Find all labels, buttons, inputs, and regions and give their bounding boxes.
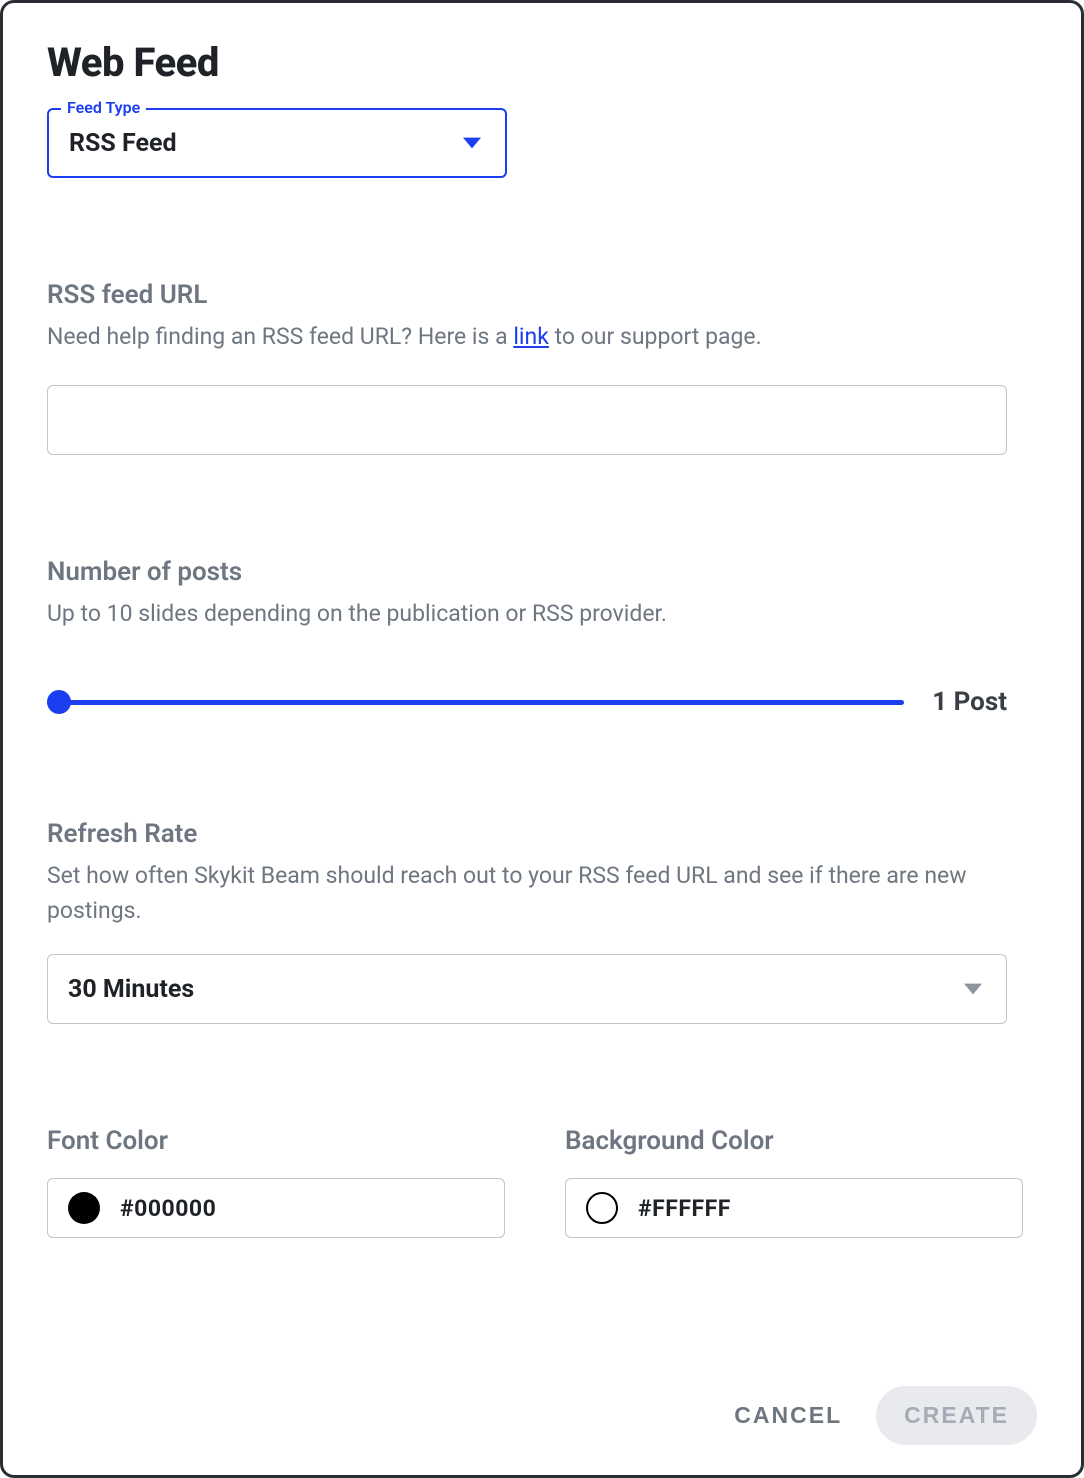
posts-slider[interactable] xyxy=(47,690,904,714)
feed-type-value: RSS Feed xyxy=(69,129,177,158)
background-color-col: Background Color #FFFFFF xyxy=(565,1126,1037,1238)
page-title: Web Feed xyxy=(47,39,1037,86)
slider-thumb[interactable] xyxy=(47,690,71,714)
rss-url-input[interactable] xyxy=(47,385,1007,455)
refresh-rate-select[interactable]: 30 Minutes xyxy=(47,954,1007,1024)
web-feed-dialog: Web Feed Feed Type RSS Feed RSS feed URL… xyxy=(0,0,1084,1478)
font-color-field[interactable]: #000000 xyxy=(47,1178,505,1238)
background-color-field[interactable]: #FFFFFF xyxy=(565,1178,1023,1238)
url-help-text: Need help finding an RSS feed URL? Here … xyxy=(47,320,1037,355)
refresh-rate-value: 30 Minutes xyxy=(68,975,194,1004)
cancel-button[interactable]: CANCEL xyxy=(724,1388,852,1443)
background-color-value: #FFFFFF xyxy=(638,1195,731,1222)
url-section: RSS feed URL Need help finding an RSS fe… xyxy=(47,280,1037,455)
refresh-label: Refresh Rate xyxy=(47,819,1037,849)
slider-track xyxy=(47,700,904,705)
chevron-down-icon xyxy=(964,983,982,995)
feed-type-select[interactable]: RSS Feed xyxy=(47,108,507,178)
posts-label: Number of posts xyxy=(47,557,1037,587)
support-link[interactable]: link xyxy=(513,323,549,350)
refresh-section: Refresh Rate Set how often Skykit Beam s… xyxy=(47,819,1037,1024)
font-color-swatch xyxy=(68,1192,100,1224)
posts-section: Number of posts Up to 10 slides dependin… xyxy=(47,557,1037,718)
feed-type-legend: Feed Type xyxy=(61,98,146,117)
colors-row: Font Color #000000 Background Color #FFF… xyxy=(47,1126,1037,1238)
font-color-col: Font Color #000000 xyxy=(47,1126,519,1238)
font-color-label: Font Color xyxy=(47,1126,519,1156)
create-button[interactable]: CREATE xyxy=(876,1386,1037,1445)
url-help-prefix: Need help finding an RSS feed URL? Here … xyxy=(47,323,513,350)
posts-slider-row: 1 Post xyxy=(47,687,1007,717)
background-color-swatch xyxy=(586,1192,618,1224)
chevron-down-icon xyxy=(463,137,481,149)
background-color-label: Background Color xyxy=(565,1126,1037,1156)
posts-help-text: Up to 10 slides depending on the publica… xyxy=(47,597,1037,632)
font-color-value: #000000 xyxy=(120,1195,216,1222)
posts-slider-value: 1 Post xyxy=(932,687,1007,717)
url-help-suffix: to our support page. xyxy=(549,323,762,350)
url-label: RSS feed URL xyxy=(47,280,1037,310)
feed-type-field: Feed Type RSS Feed xyxy=(47,108,507,178)
dialog-actions: CANCEL CREATE xyxy=(724,1386,1037,1445)
refresh-help-text: Set how often Skykit Beam should reach o… xyxy=(47,859,1037,928)
